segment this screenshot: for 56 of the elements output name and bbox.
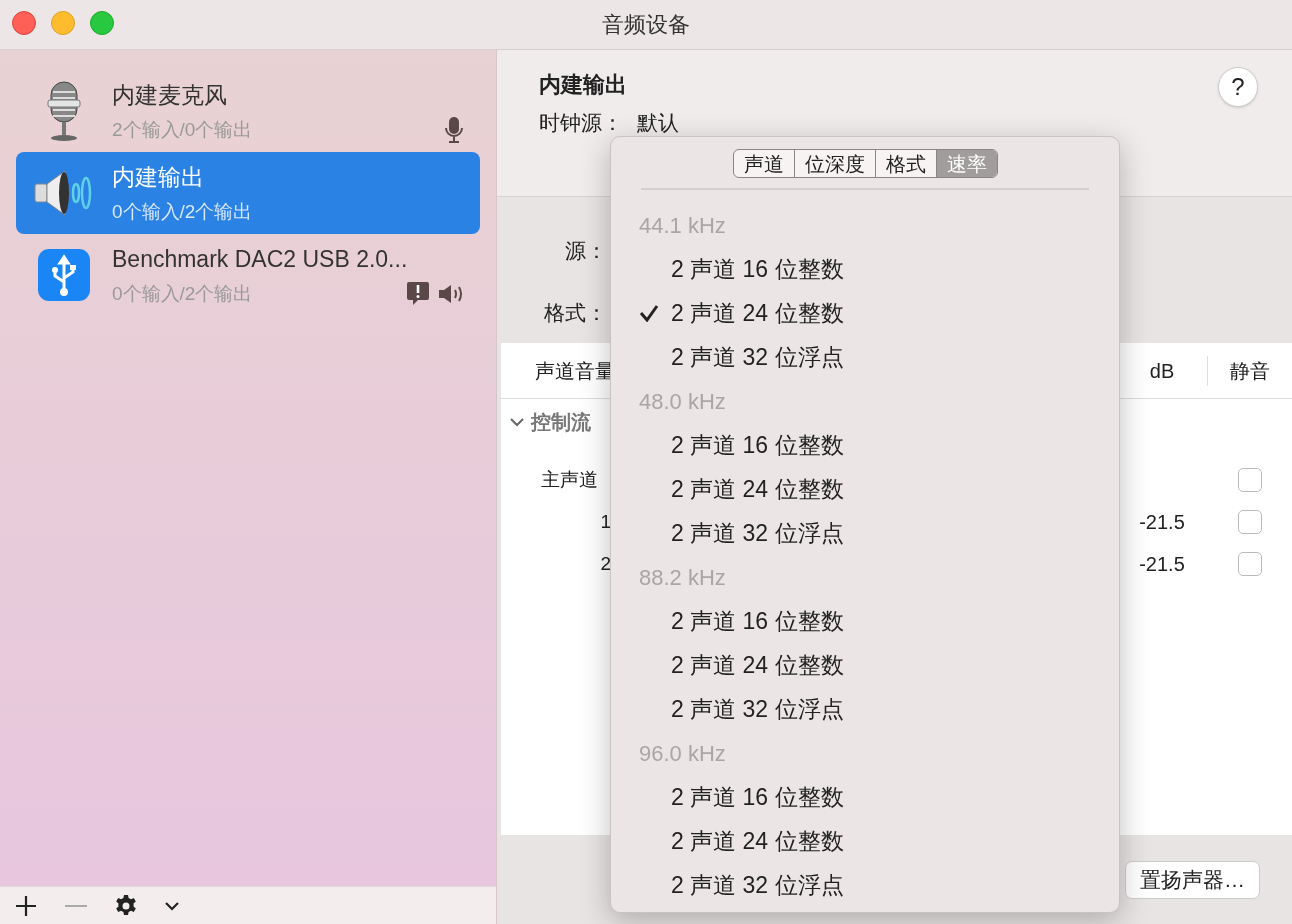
- section-header: 48.0 kHz: [639, 387, 726, 416]
- source-label: 源：: [565, 239, 607, 262]
- db-value: -21.5: [1139, 553, 1185, 575]
- menu-item[interactable]: 2 声道 16 位整数: [671, 603, 844, 639]
- channel-label: 2: [600, 552, 611, 574]
- device-io-count: 0个输入/2个输出: [112, 282, 254, 306]
- section-header: 88.2 kHz: [639, 563, 726, 592]
- menu-item[interactable]: 2 声道 32 位浮点: [671, 691, 844, 727]
- db-value: -21.5: [1139, 511, 1185, 533]
- menu-item[interactable]: 2 声道 24 位整数: [671, 295, 844, 331]
- segment-tab[interactable]: 位深度: [793, 150, 875, 177]
- device-name: 内建输出: [112, 162, 205, 192]
- configure-speakers-button[interactable]: 置扬声器…: [1125, 860, 1260, 899]
- settings-icon[interactable]: [114, 893, 138, 918]
- add-icon[interactable]: [14, 893, 38, 918]
- device-name: 内建麦克风: [112, 80, 228, 110]
- group-label: 控制流: [531, 410, 591, 435]
- section-header: 96.0 kHz: [639, 739, 726, 768]
- window-title: 音频设备: [602, 11, 690, 39]
- menu-item[interactable]: 2 声道 32 位浮点: [671, 339, 844, 375]
- menu-item[interactable]: 2 声道 32 位浮点: [671, 867, 844, 903]
- usb-icon: [37, 248, 91, 302]
- section-header: 44.1 kHz: [639, 211, 726, 240]
- menu-item[interactable]: 2 声道 24 位整数: [671, 647, 844, 683]
- mute-checkbox[interactable]: [1237, 510, 1262, 534]
- menu-item[interactable]: 2 声道 24 位整数: [671, 823, 844, 859]
- menu-item[interactable]: 2 声道 24 位整数: [671, 471, 844, 507]
- segment-tab[interactable]: 声道: [733, 150, 794, 177]
- close-button[interactable]: [12, 11, 36, 35]
- device-item[interactable]: Benchmark DAC2 USB 2.0... 0个输入/2个输出: [16, 234, 480, 316]
- mute-checkbox[interactable]: [1237, 468, 1262, 492]
- remove-icon[interactable]: [64, 903, 88, 908]
- help-button[interactable]: ?: [1218, 67, 1258, 107]
- clock-source-value[interactable]: 默认: [637, 107, 679, 139]
- menu-item[interactable]: 2 声道 16 位整数: [671, 779, 844, 815]
- device-item[interactable]: 内建输出 0个输入/2个输出: [16, 152, 480, 234]
- column-header: 静音: [1229, 358, 1271, 384]
- device-name: Benchmark DAC2 USB 2.0...: [112, 244, 409, 274]
- zoom-button[interactable]: [90, 11, 114, 35]
- menu-item[interactable]: 2 声道 16 位整数: [671, 427, 844, 463]
- device-io-count: 0个输入/2个输出: [112, 200, 254, 224]
- mute-checkbox[interactable]: [1237, 552, 1262, 576]
- menu-item[interactable]: 2 声道 16 位整数: [671, 251, 844, 287]
- clock-source-label: 时钟源：: [539, 110, 623, 136]
- chevron-down-icon[interactable]: [164, 900, 180, 911]
- format-label: 格式：: [544, 300, 607, 324]
- column-header: dB: [1148, 358, 1176, 384]
- channel-label: 主声道: [541, 468, 598, 490]
- device-io-count: 2个输入/0个输出: [112, 118, 254, 142]
- device-title: 内建输出: [539, 71, 627, 99]
- menu-item[interactable]: 2 声道 32 位浮点: [671, 515, 844, 551]
- minimize-button[interactable]: [51, 11, 75, 35]
- microphone-icon: [44, 80, 84, 142]
- channel-label: 1: [600, 510, 611, 532]
- device-item[interactable]: 内建麦克风 2个输入/0个输出: [16, 70, 480, 152]
- segment-tab[interactable]: 格式: [874, 150, 936, 177]
